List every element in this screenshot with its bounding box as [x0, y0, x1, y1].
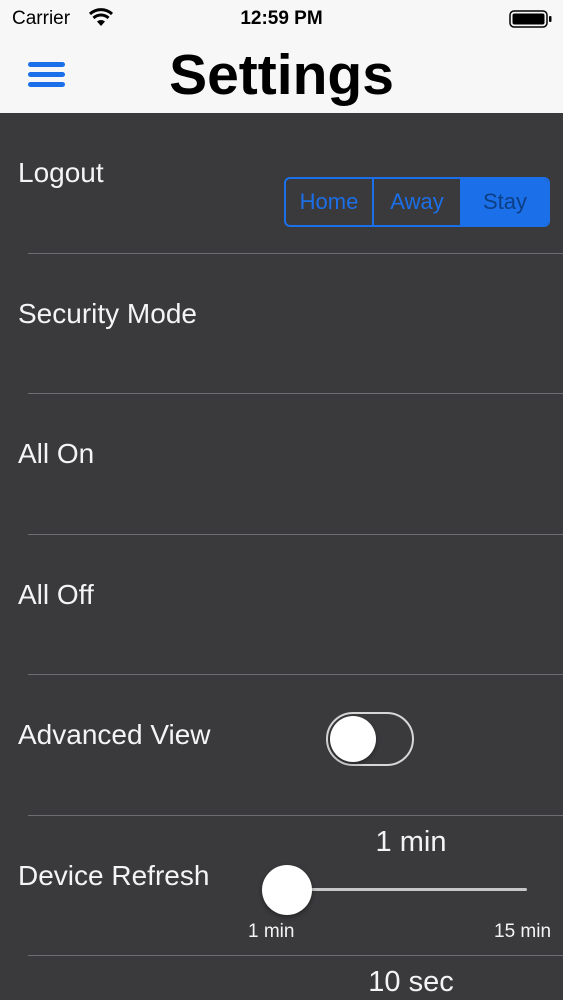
slider-max-label: 15 min — [494, 921, 552, 942]
next-row-value: 10 sec — [368, 966, 454, 998]
settings-row-security-mode: Security Mode — [0, 253, 563, 394]
battery-icon — [509, 10, 552, 28]
device-refresh-slider-track[interactable] — [287, 888, 527, 891]
device-refresh-value: 1 min — [375, 826, 447, 858]
advanced-view-label: Advanced View — [18, 719, 211, 750]
segment-stay[interactable]: Stay — [462, 179, 548, 225]
security-mode-segmented-control: Home Away Stay — [284, 177, 550, 227]
segment-home[interactable]: Home — [286, 179, 374, 225]
slider-min-label: 1 min — [248, 921, 295, 942]
row-divider — [28, 955, 563, 956]
device-refresh-label: Device Refresh — [18, 859, 210, 891]
security-mode-label: Security Mode — [18, 297, 197, 329]
all-off-label: All Off — [18, 578, 94, 610]
settings-row-advanced-view: Advanced View — [0, 675, 563, 816]
logout-label: Logout — [18, 157, 104, 188]
settings-row-all-on[interactable]: All On — [0, 394, 563, 535]
segment-away[interactable]: Away — [374, 179, 462, 225]
toggle-knob — [330, 716, 376, 762]
all-on-label: All On — [18, 438, 95, 469]
status-time: 12:59 PM — [240, 8, 323, 29]
device-refresh-slider-thumb[interactable] — [262, 865, 312, 915]
page-title: Settings — [169, 43, 394, 107]
advanced-view-toggle[interactable] — [326, 712, 414, 766]
settings-row-all-off[interactable]: All Off — [0, 534, 563, 675]
status-bar: Carrier 12:59 PM — [0, 0, 563, 38]
navigation-bar: Settings — [0, 38, 563, 113]
